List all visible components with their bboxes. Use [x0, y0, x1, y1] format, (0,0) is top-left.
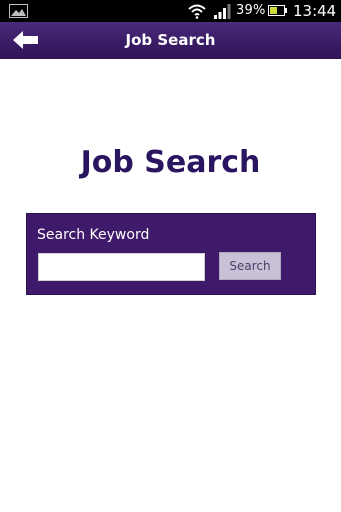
back-button[interactable] — [8, 27, 44, 53]
page-title: Job Search — [80, 145, 261, 180]
status-bar: 39% 13:44 — [0, 0, 341, 22]
search-input[interactable] — [38, 253, 205, 281]
battery-percent: 39% — [236, 3, 266, 18]
wifi-icon — [188, 4, 206, 19]
status-time: 13:44 — [293, 2, 337, 20]
app-header: Job Search — [0, 22, 341, 59]
search-button[interactable]: Search — [219, 252, 281, 280]
search-panel: Search Keyword Search — [26, 213, 316, 295]
battery-icon — [268, 5, 287, 16]
gallery-icon — [9, 4, 28, 18]
header-title: Job Search — [125, 31, 216, 49]
signal-icon — [214, 4, 231, 19]
search-label: Search Keyword — [37, 227, 150, 243]
arrow-left-icon — [13, 31, 38, 49]
